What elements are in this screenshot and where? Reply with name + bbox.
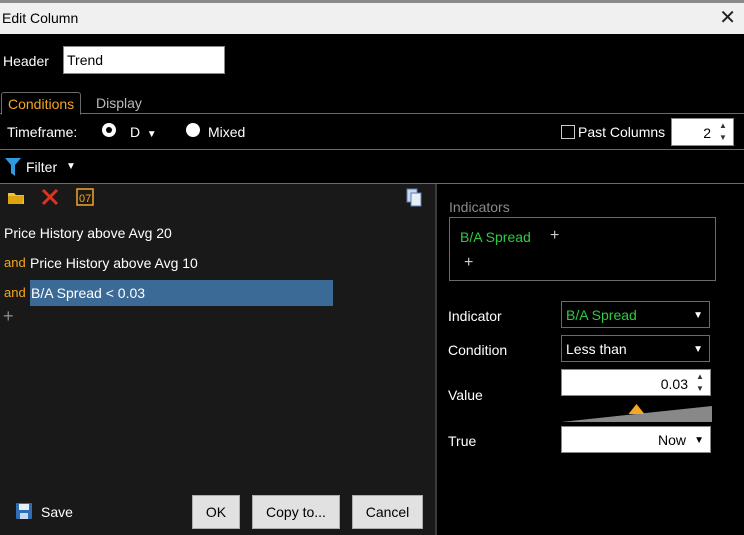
add-indicator-group-button[interactable]: + — [464, 254, 473, 272]
tab-display[interactable]: Display — [90, 92, 148, 114]
value-slider[interactable] — [561, 400, 712, 422]
filter-row: Filter ▼ — [0, 150, 744, 184]
past-columns-checkbox[interactable] — [561, 125, 575, 139]
timeframe-dropdown[interactable]: D ▼ — [130, 124, 157, 140]
chevron-down-icon: ▼ — [693, 344, 703, 355]
filter-label[interactable]: Filter — [26, 159, 57, 175]
stepper-arrows-icon[interactable]: ▲ ▼ — [715, 120, 731, 144]
indicators-section-label: Indicators — [449, 199, 510, 215]
indicators-box: B/A Spread + + — [449, 217, 716, 281]
indicator-label: Indicator — [448, 308, 502, 324]
condition-item-selected[interactable]: and B/A Spread < 0.03 — [0, 278, 435, 308]
header-label: Header — [3, 53, 49, 69]
stepper-arrows-icon[interactable]: ▲ ▼ — [693, 371, 707, 395]
indicator-pane: Indicators B/A Spread + + Indicator B/A … — [437, 184, 744, 535]
svg-text:07: 07 — [79, 193, 91, 205]
header-input[interactable] — [63, 46, 225, 74]
timeframe-value: D — [130, 124, 141, 140]
timeframe-row: Timeframe: D ▼ Mixed Past Columns 2 ▲ ▼ — [0, 114, 744, 150]
add-condition-button[interactable]: + — [3, 306, 14, 327]
footer-bar: Save OK Copy to... Cancel — [0, 464, 435, 535]
true-dropdown[interactable]: Now ▼ — [561, 426, 711, 453]
condition-text: Price History above Avg 10 — [30, 255, 198, 271]
past-columns-label: Past Columns — [578, 124, 666, 140]
ok-button[interactable]: OK — [192, 495, 240, 529]
condition-item[interactable]: Price History above Avg 20 — [0, 218, 435, 248]
conditions-pane: 07 Price History above Avg 20 and Price … — [0, 184, 435, 464]
value-stepper[interactable]: 0.03 ▲ ▼ — [561, 369, 711, 396]
true-label: True — [448, 433, 477, 449]
cancel-button[interactable]: Cancel — [352, 495, 423, 529]
slider-thumb[interactable] — [628, 404, 645, 414]
condition-value: Less than — [566, 341, 627, 357]
delete-icon[interactable] — [40, 187, 60, 207]
close-icon[interactable]: ✕ — [719, 6, 736, 30]
save-label: Save — [41, 504, 73, 520]
chevron-down-icon: ▼ — [144, 129, 157, 140]
past-columns-value: 2 — [703, 125, 711, 141]
indicator-value: B/A Spread — [566, 307, 637, 323]
chevron-down-icon: ▼ — [693, 310, 703, 321]
condition-text: Price History above Avg 20 — [4, 225, 172, 241]
condition-text: B/A Spread < 0.03 — [30, 280, 333, 306]
value-label: Value — [448, 387, 483, 403]
condition-item[interactable]: and Price History above Avg 10 — [0, 248, 435, 278]
timeframe-radio-mixed[interactable] — [186, 123, 200, 137]
condition-connector: and — [4, 255, 26, 270]
save-icon — [16, 503, 32, 519]
tab-bar: Conditions Display — [0, 92, 744, 115]
mixed-label: Mixed — [208, 124, 246, 140]
condition-list: Price History above Avg 20 and Price His… — [0, 218, 435, 308]
value-value: 0.03 — [660, 376, 688, 392]
timeframe-radio-d[interactable] — [102, 123, 116, 137]
clock-icon[interactable]: 07 — [75, 187, 95, 207]
window-title: Edit Column — [2, 10, 79, 26]
condition-connector: and — [4, 285, 26, 300]
add-indicator-button[interactable]: + — [550, 227, 559, 245]
indicator-item[interactable]: B/A Spread — [460, 229, 531, 245]
condition-dropdown[interactable]: Less than ▼ — [561, 335, 710, 362]
filter-icon[interactable] — [5, 158, 21, 176]
chevron-down-icon: ▼ — [694, 435, 704, 446]
header-row: Header — [0, 45, 744, 75]
chevron-down-icon[interactable]: ▼ — [66, 161, 76, 172]
copy-to-button[interactable]: Copy to... — [252, 495, 340, 529]
title-bar: Edit Column ✕ — [0, 0, 744, 34]
condition-label: Condition — [448, 342, 508, 358]
true-value: Now — [657, 432, 686, 448]
past-columns-stepper[interactable]: 2 ▲ ▼ — [671, 118, 734, 146]
conditions-toolbar: 07 — [0, 184, 435, 210]
copy-icon[interactable] — [404, 187, 424, 207]
tab-conditions[interactable]: Conditions — [1, 92, 82, 115]
folder-icon[interactable] — [6, 187, 26, 207]
timeframe-label: Timeframe: — [7, 124, 78, 140]
indicator-dropdown[interactable]: B/A Spread ▼ — [561, 301, 710, 328]
